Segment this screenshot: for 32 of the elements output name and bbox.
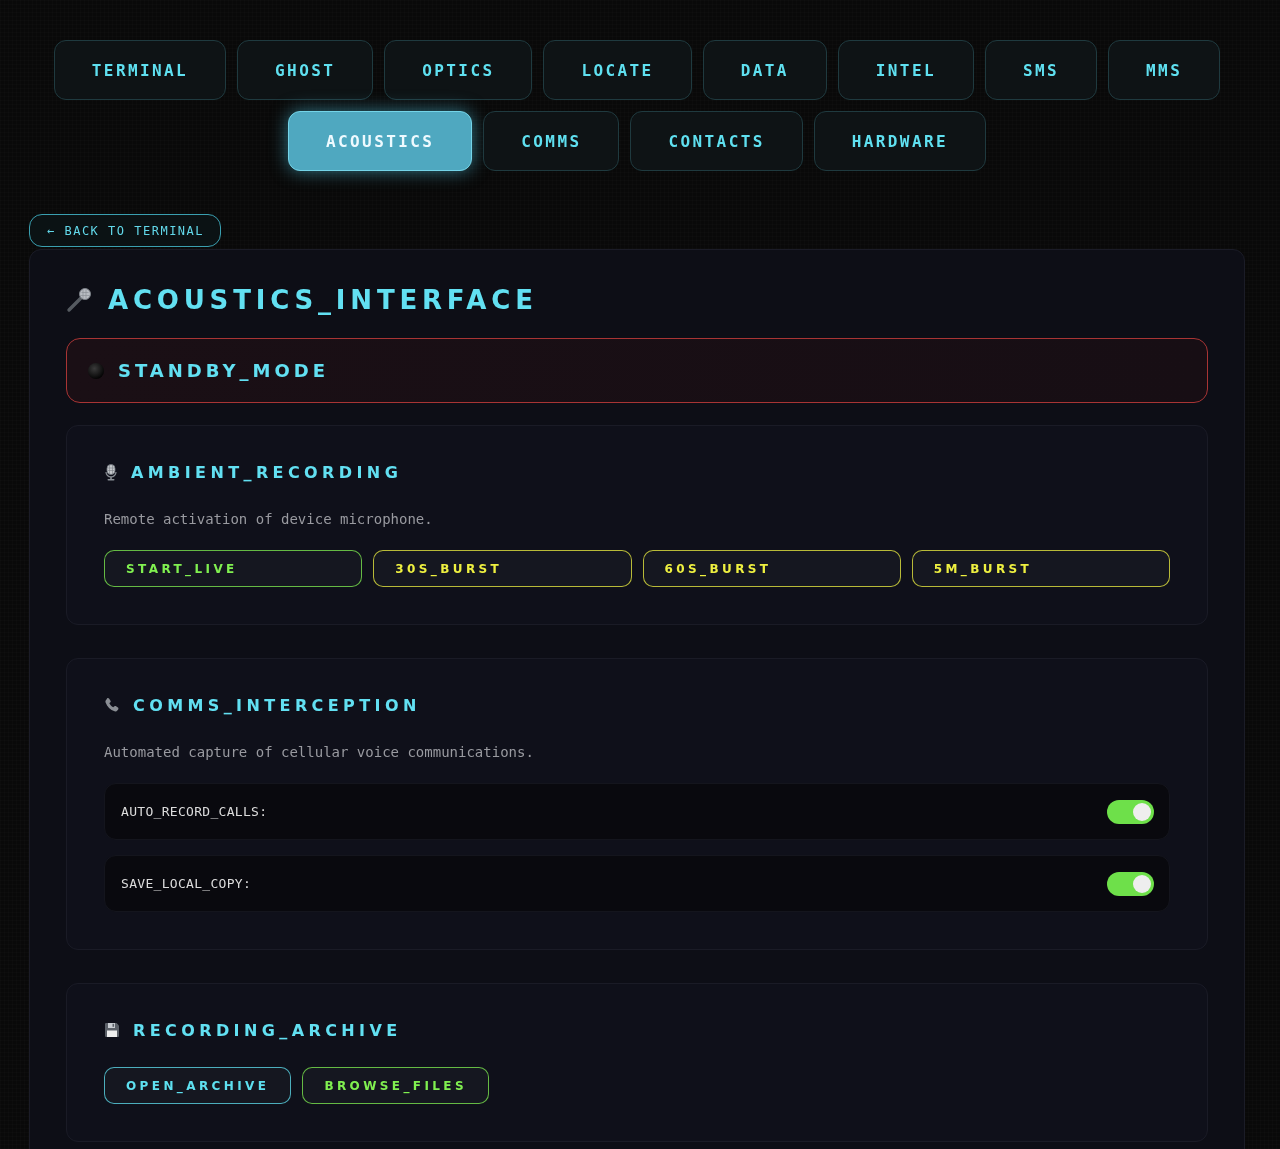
- action-button[interactable]: BROWSE_FILES: [302, 1067, 489, 1104]
- nav-tab[interactable]: COMMS: [483, 111, 620, 171]
- microphone-icon: [66, 287, 92, 313]
- telephone-icon: [104, 697, 120, 713]
- nav-tab[interactable]: GHOST: [237, 40, 374, 100]
- action-button[interactable]: 60S_BURST: [642, 550, 901, 587]
- nav-tab[interactable]: DATA: [702, 40, 827, 100]
- setting-label: AUTO_RECORD_CALLS:: [121, 804, 268, 819]
- nav-tab[interactable]: HARDWARE: [813, 111, 986, 171]
- section-title: AMBIENT_RECORDING: [131, 462, 403, 482]
- nav-tab[interactable]: TERMINAL: [53, 40, 227, 100]
- section-description: Automated capture of cellular voice communications.: [104, 743, 535, 762]
- nav-tab[interactable]: OPTICS: [384, 40, 533, 100]
- setting-label: SAVE_LOCAL_COPY:: [121, 876, 252, 891]
- section-description: Remote activation of device microphone.: [104, 510, 434, 529]
- action-button[interactable]: 30S_BURST: [373, 550, 632, 587]
- section-title: COMMS_INTERCEPTION: [133, 695, 421, 715]
- back-button[interactable]: ← BACK TO TERMINAL: [29, 214, 222, 247]
- action-button[interactable]: 5M_BURST: [911, 550, 1170, 587]
- toggle-switch[interactable]: [1107, 799, 1154, 824]
- status-label: STANDBY_MODE: [118, 360, 329, 381]
- action-button[interactable]: START_LIVE: [104, 550, 363, 587]
- nav-tab[interactable]: SMS: [984, 40, 1098, 100]
- nav-tab[interactable]: CONTACTS: [630, 111, 803, 171]
- nav-tab[interactable]: MMS: [1108, 40, 1221, 100]
- nav-tab[interactable]: LOCATE: [543, 40, 692, 100]
- action-button[interactable]: OPEN_ARCHIVE: [104, 1067, 292, 1104]
- page-title: ACOUSTICS_INTERFACE: [108, 285, 538, 315]
- section-title: RECORDING_ARCHIVE: [133, 1020, 402, 1040]
- nav-tab[interactable]: INTEL: [837, 40, 974, 100]
- toggle-switch[interactable]: [1107, 871, 1154, 896]
- studio-microphone-icon: [104, 463, 118, 481]
